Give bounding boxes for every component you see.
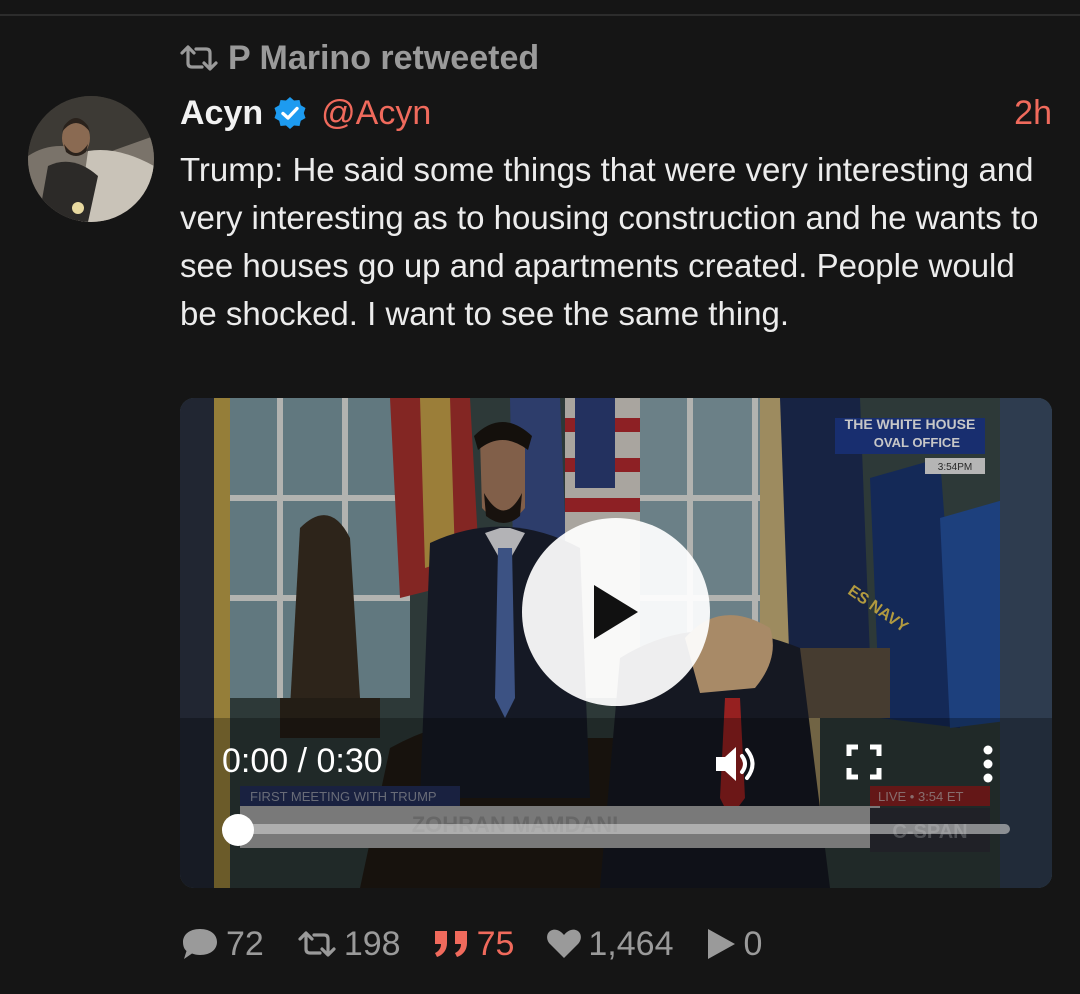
video-timecode: 0:00 / 0:30 xyxy=(222,742,383,780)
volume-icon xyxy=(716,747,755,781)
retweet-context[interactable]: P Marino retweeted xyxy=(178,38,539,78)
fullscreen-icon xyxy=(846,744,882,780)
video-player[interactable]: THE WHITE HOUSE OVAL OFFICE 3:54PM ES NA… xyxy=(180,398,1052,888)
tweet-timestamp[interactable]: 2h xyxy=(1014,94,1052,133)
tweet-header: Acyn @Acyn 2h xyxy=(180,88,1052,138)
views-button[interactable]: 0 xyxy=(705,925,762,964)
retweet-button[interactable]: 198 xyxy=(296,925,401,964)
progress-bar[interactable] xyxy=(222,824,1010,834)
retweet-icon xyxy=(180,45,218,71)
retweet-count: 198 xyxy=(343,924,401,963)
play-icon xyxy=(708,929,736,959)
progress-scrubber[interactable] xyxy=(222,814,254,846)
retweet-icon xyxy=(298,931,336,957)
heart-icon xyxy=(547,929,582,958)
verified-badge-icon xyxy=(273,96,307,130)
view-count: 0 xyxy=(743,924,763,963)
quote-button[interactable]: 75 xyxy=(433,924,515,964)
comment-icon xyxy=(183,929,217,959)
reply-button[interactable]: 72 xyxy=(180,925,264,964)
quote-count: 75 xyxy=(476,924,515,963)
volume-button[interactable] xyxy=(714,744,758,789)
more-options-button[interactable] xyxy=(980,744,996,789)
avatar[interactable] xyxy=(28,96,154,222)
fullscreen-button[interactable] xyxy=(846,744,882,785)
author-handle[interactable]: @Acyn xyxy=(321,94,431,133)
reply-count: 72 xyxy=(226,924,264,963)
like-button[interactable]: 1,464 xyxy=(546,925,673,964)
more-vertical-icon xyxy=(983,745,993,783)
play-button[interactable] xyxy=(522,518,710,706)
tweet-text: Trump: He said some things that were ver… xyxy=(180,151,1039,332)
top-divider xyxy=(0,14,1080,16)
retweet-label: P Marino retweeted xyxy=(228,38,540,77)
tweet-actions: 72 198 75 1,464 0 xyxy=(180,922,794,966)
quote-icon xyxy=(434,931,467,957)
play-icon xyxy=(594,585,638,639)
author-name[interactable]: Acyn xyxy=(180,94,263,133)
like-count: 1,464 xyxy=(588,924,674,963)
